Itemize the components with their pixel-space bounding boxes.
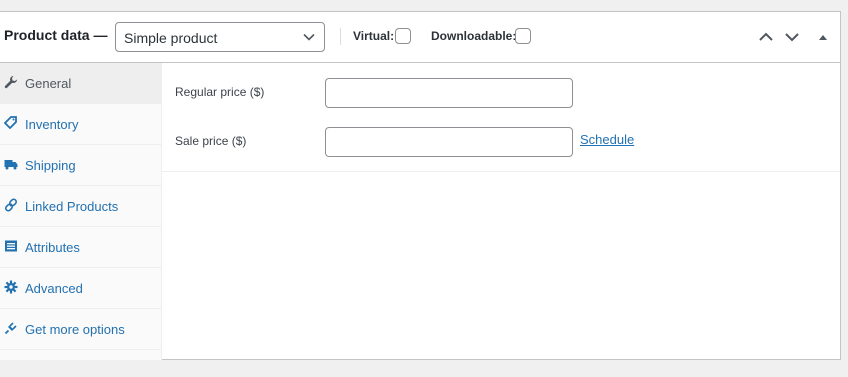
regular-price-input[interactable] <box>325 78 573 108</box>
panel-header: Product data — Simple product Virtual: D… <box>0 12 840 63</box>
tab-label: Linked Products <box>25 199 119 214</box>
tab-shipping[interactable]: Shipping <box>0 145 161 186</box>
tab-label: Shipping <box>25 158 76 173</box>
truck-icon <box>4 160 18 170</box>
tab-label: Attributes <box>25 240 80 255</box>
tab-advanced[interactable]: Advanced <box>0 268 161 309</box>
virtual-label: Virtual: <box>353 29 395 43</box>
wrench-icon <box>4 76 17 89</box>
tab-label: Inventory <box>25 117 79 132</box>
link-icon <box>4 198 18 212</box>
downloadable-label: Downloadable: <box>431 29 517 43</box>
regular-price-label: Regular price ($) <box>175 85 265 99</box>
tab-inventory[interactable]: Inventory <box>0 104 161 145</box>
product-data-panel: Product data — Simple product Virtual: D… <box>0 11 841 360</box>
tab-linked-products[interactable]: Linked Products <box>0 186 161 227</box>
move-down-icon[interactable] <box>782 27 802 47</box>
toggle-panel-icon[interactable] <box>813 27 833 47</box>
move-up-icon[interactable] <box>756 27 776 47</box>
tab-label: Get more options <box>25 322 125 337</box>
virtual-checkbox[interactable] <box>395 28 411 44</box>
chevron-down-icon <box>303 33 315 41</box>
tab-general[interactable]: General <box>0 63 161 104</box>
plugin-icon <box>4 322 17 335</box>
sale-price-input[interactable] <box>325 127 573 157</box>
gear-icon <box>4 280 18 294</box>
tag-icon <box>4 116 17 130</box>
header-divider <box>340 28 341 45</box>
product-type-select[interactable]: Simple product <box>115 22 325 52</box>
tab-label: Advanced <box>25 281 83 296</box>
panel-title: Product data — <box>4 27 108 43</box>
list-icon <box>5 240 17 252</box>
schedule-link[interactable]: Schedule <box>580 132 634 147</box>
downloadable-checkbox[interactable] <box>515 28 531 44</box>
tab-attributes[interactable]: Attributes <box>0 227 161 268</box>
general-options-panel: Regular price ($) Sale price ($) Schedul… <box>162 63 840 172</box>
tab-label: General <box>25 76 72 91</box>
tab-get-more-options[interactable]: Get more options <box>0 309 161 350</box>
product-data-tabs: General Inventory Shipping Linked Produc… <box>0 63 162 360</box>
sale-price-label: Sale price ($) <box>175 134 247 148</box>
product-type-value: Simple product <box>124 30 218 46</box>
